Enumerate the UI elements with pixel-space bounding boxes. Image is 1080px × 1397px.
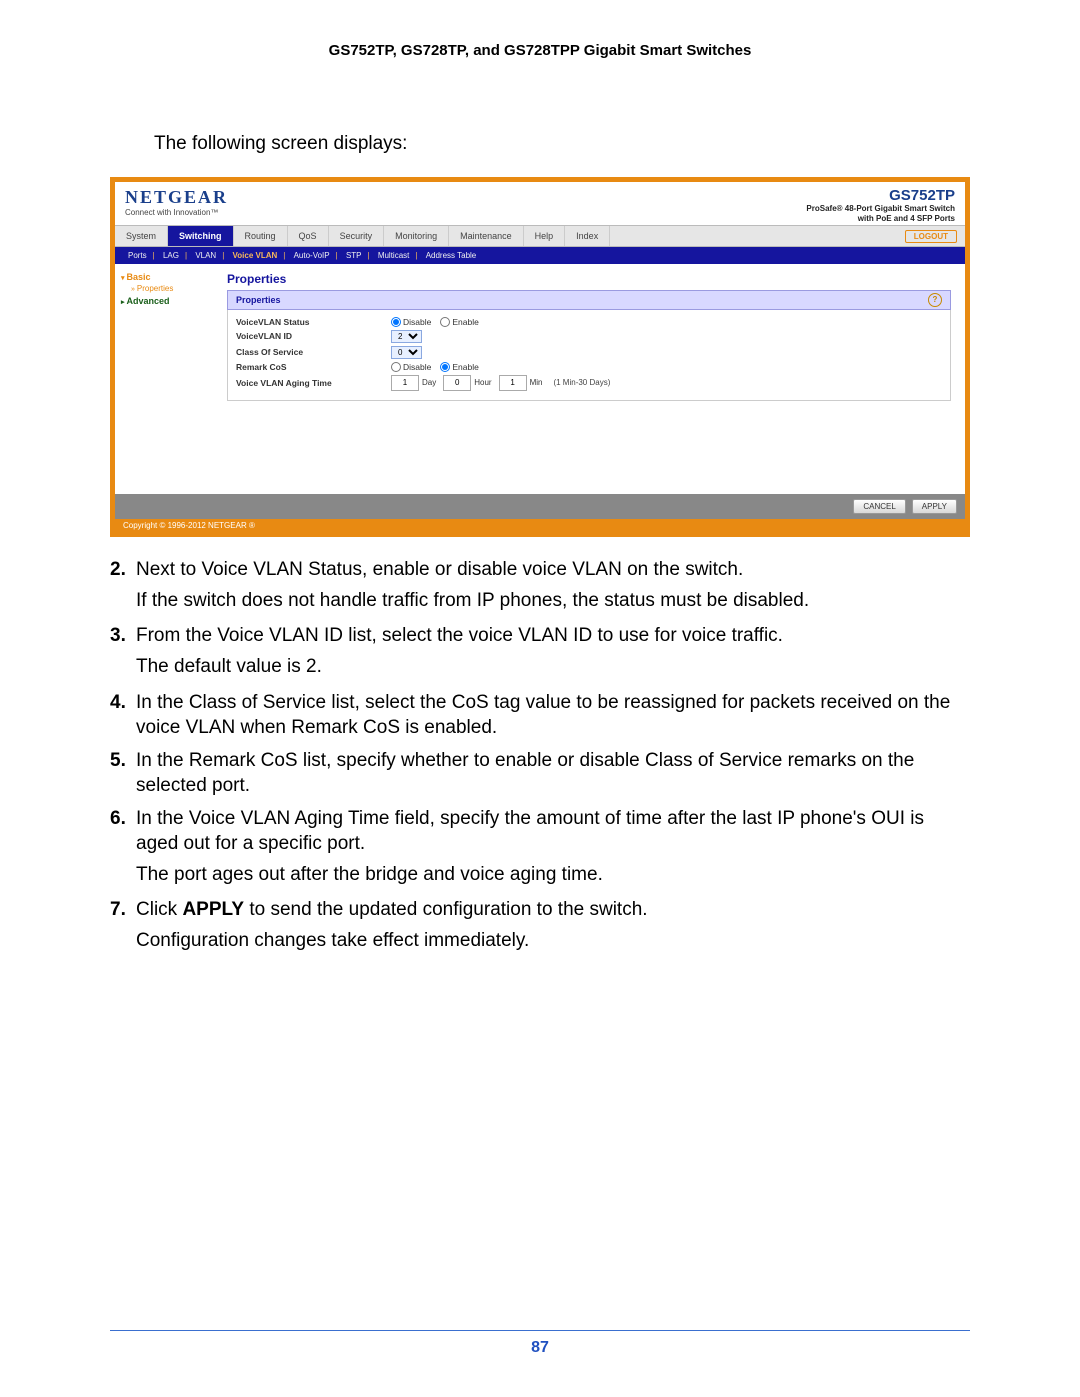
tab-maintenance[interactable]: Maintenance [449,226,524,246]
label-cos: Class Of Service [236,347,391,357]
step-6-num: 6. [110,806,136,856]
doc-header: GS752TP, GS728TP, and GS728TPP Gigabit S… [110,42,970,59]
radio-remark-disable[interactable]: Disable [391,362,431,372]
sidebar-basic[interactable]: ▾Basic [121,272,221,282]
label-aging-time: Voice VLAN Aging Time [236,378,391,388]
step-3-text: From the Voice VLAN ID list, select the … [136,623,970,648]
model-sub1: ProSafe® 48-Port Gigabit Smart Switch [806,204,955,214]
screenshot-panel: NETGEAR Connect with Innovation™ GS752TP… [110,177,970,537]
step-2-text: Next to Voice VLAN Status, enable or dis… [136,557,970,582]
row-remark-cos: Remark CoS Disable Enable [236,360,942,373]
brand-block: NETGEAR Connect with Innovation™ [125,187,228,217]
label-voicevlan-status: VoiceVLAN Status [236,317,391,327]
tab-qos[interactable]: QoS [288,226,329,246]
content-area: Properties Properties ? VoiceVLAN Status… [227,264,965,494]
input-aging-min[interactable] [499,375,527,391]
subtab-multicast[interactable]: Multicast [378,251,410,260]
subtab-addrtable[interactable]: Address Table [426,251,477,260]
step-6-cont: The port ages out after the bridge and v… [136,862,970,887]
unit-min: Min [530,378,543,387]
help-icon[interactable]: ? [928,293,942,307]
model-sub2: with PoE and 4 SFP Ports [806,214,955,224]
step-2-num: 2. [110,557,136,582]
row-aging-time: Voice VLAN Aging Time Day Hour Min (1 Mi… [236,373,942,392]
properties-bar: Properties ? [227,290,951,310]
radio-remark-enable[interactable]: Enable [440,362,478,372]
bullet-icon: » [131,286,135,293]
tab-help[interactable]: Help [524,226,566,246]
main-tabs: System Switching Routing QoS Security Mo… [115,225,965,247]
chevron-down-icon: ▾ [121,275,125,282]
input-aging-hour[interactable] [443,375,471,391]
tab-switching[interactable]: Switching [168,226,234,246]
select-cos[interactable]: 0 [391,346,422,359]
aging-hint: (1 Min-30 Days) [553,378,610,387]
intro-text: The following screen displays: [154,133,970,155]
step-6-text: In the Voice VLAN Aging Time field, spec… [136,806,970,856]
cancel-button[interactable]: CANCEL [853,499,905,514]
row-voicevlan-id: VoiceVLAN ID 2 [236,328,942,344]
model-block: GS752TP ProSafe® 48-Port Gigabit Smart S… [806,187,955,223]
step-3-num: 3. [110,623,136,648]
radio-status-enable[interactable]: Enable [440,317,478,327]
row-voicevlan-status: VoiceVLAN Status Disable Enable [236,315,942,328]
step-5-num: 5. [110,748,136,798]
sidebar-advanced[interactable]: ▸Advanced [121,296,221,306]
subtab-vlan[interactable]: VLAN [195,251,216,260]
input-aging-day[interactable] [391,375,419,391]
label-voicevlan-id: VoiceVLAN ID [236,331,391,341]
logout-button[interactable]: LOGOUT [905,230,957,243]
apply-button[interactable]: APPLY [912,499,957,514]
step-4-num: 4. [110,690,136,740]
unit-hour: Hour [474,378,491,387]
step-7-cont: Configuration changes take effect immedi… [136,928,970,953]
page-number: 87 [0,1339,1080,1357]
model-name: GS752TP [806,187,955,204]
brand-logo: NETGEAR [125,187,228,208]
radio-status-disable[interactable]: Disable [391,317,431,327]
step-7-num: 7. [110,897,136,922]
subtab-lag[interactable]: LAG [163,251,179,260]
tab-system[interactable]: System [115,226,168,246]
tab-index[interactable]: Index [565,226,610,246]
sidebar: ▾Basic »Properties ▸Advanced [115,264,227,494]
properties-body: VoiceVLAN Status Disable Enable VoiceVLA… [227,310,951,401]
select-voicevlan-id[interactable]: 2 [391,330,422,343]
sub-tabs: Ports| LAG| VLAN| Voice VLAN| Auto-VoIP|… [115,247,965,264]
step-7-text: Click APPLY to send the updated configur… [136,897,970,922]
unit-day: Day [422,378,436,387]
chevron-right-icon: ▸ [121,299,125,306]
instructions: 2.Next to Voice VLAN Status, enable or d… [110,557,970,953]
page-rule [110,1330,970,1331]
sidebar-properties[interactable]: »Properties [131,284,221,293]
tab-monitoring[interactable]: Monitoring [384,226,449,246]
content-title: Properties [227,272,951,286]
properties-bar-title: Properties [236,295,281,305]
subtab-ports[interactable]: Ports [128,251,147,260]
step-4-text: In the Class of Service list, select the… [136,690,970,740]
subtab-stp[interactable]: STP [346,251,362,260]
step-5-text: In the Remark CoS list, specify whether … [136,748,970,798]
subtab-autovoip[interactable]: Auto-VoIP [294,251,330,260]
step-2-cont: If the switch does not handle traffic fr… [136,588,970,613]
footer-bar: CANCEL APPLY [115,494,965,519]
tab-routing[interactable]: Routing [234,226,288,246]
row-cos: Class Of Service 0 [236,344,942,360]
brand-tagline: Connect with Innovation™ [125,208,228,217]
label-remark-cos: Remark CoS [236,362,391,372]
tab-security[interactable]: Security [329,226,385,246]
subtab-voicevlan[interactable]: Voice VLAN [233,251,278,260]
copyright-bar: Copyright © 1996-2012 NETGEAR ® [115,519,965,532]
step-3-cont: The default value is 2. [136,654,970,679]
